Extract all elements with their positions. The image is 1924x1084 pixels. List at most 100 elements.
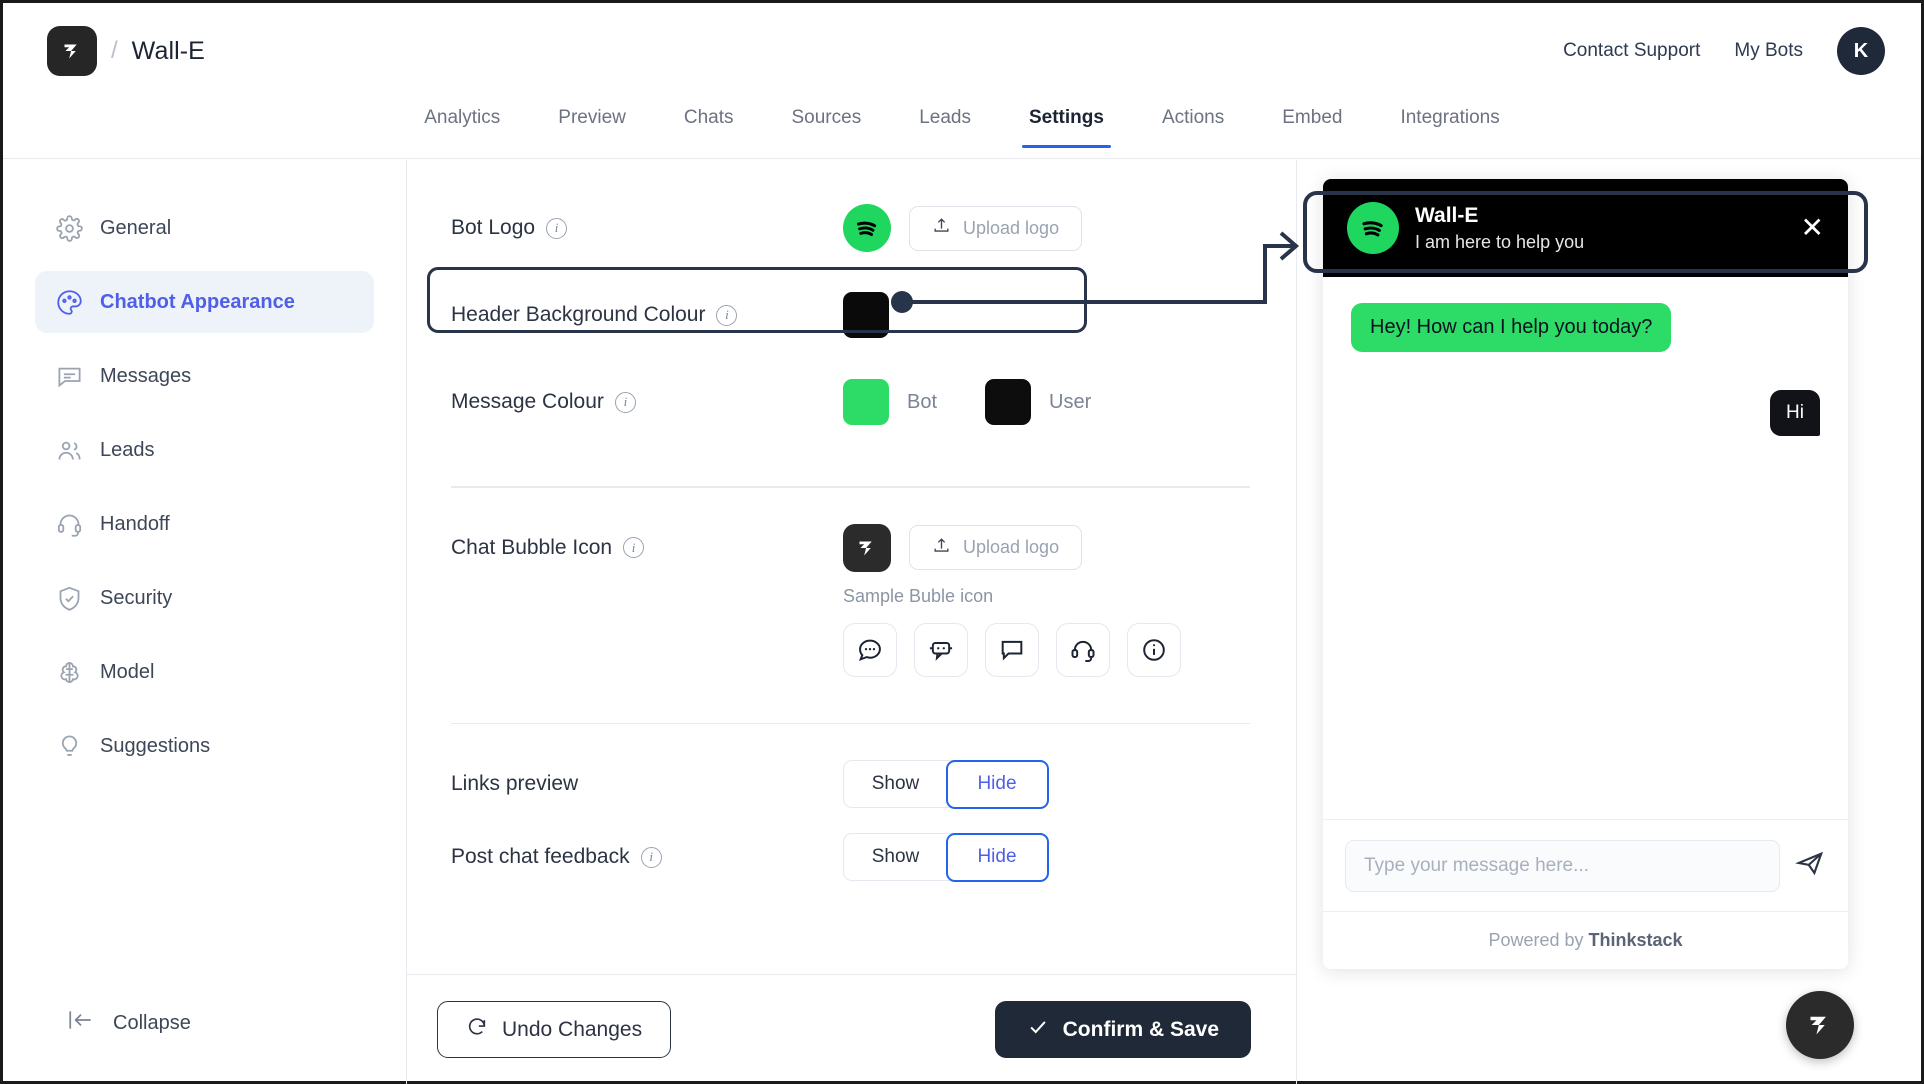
- bot-logo-controls: Upload logo: [843, 204, 1083, 252]
- tab-embed[interactable]: Embed: [1253, 99, 1371, 146]
- chat-bot-subtitle: I am here to help you: [1415, 231, 1585, 252]
- header-background-colour-label: Header Background Colour: [451, 303, 706, 326]
- breadcrumb: / Wall-E: [47, 26, 205, 76]
- sidebar-item-general[interactable]: General: [35, 197, 374, 259]
- user-message-colour-swatch[interactable]: [985, 379, 1032, 425]
- speech-bubble-icon[interactable]: [985, 622, 1039, 677]
- tab-integrations[interactable]: Integrations: [1371, 99, 1528, 146]
- chat-message-user-row: Hi: [1351, 390, 1820, 436]
- sidebar-item-chatbot-appearance[interactable]: Chatbot Appearance: [35, 271, 374, 333]
- top-bar-actions: Contact Support My Bots K: [1563, 27, 1885, 75]
- chat-bubble-icon-label: Chat Bubble Icon: [451, 535, 613, 559]
- chat-preview-panel: Wall-E I am here to help you ✕ Hey! How …: [1323, 179, 1848, 969]
- undo-changes-label: Undo Changes: [502, 1017, 643, 1041]
- links-preview-toggle: Show Hide: [843, 759, 1049, 809]
- post-chat-feedback-toggle: Show Hide: [843, 832, 1049, 882]
- header-bg-label-group: Header Background Colour i: [451, 303, 843, 327]
- links-preview-hide-option[interactable]: Hide: [945, 759, 1049, 809]
- post-chat-feedback-show-option[interactable]: Show: [844, 834, 947, 880]
- divider: [451, 722, 1250, 724]
- shield-check-icon: [55, 584, 83, 612]
- tab-preview[interactable]: Preview: [529, 99, 655, 146]
- row-bot-logo: Bot Logo i Upload logo: [451, 186, 1250, 270]
- message-icon: [55, 362, 83, 390]
- lightbulb-icon: [55, 732, 83, 760]
- row-chat-bubble-icon: Chat Bubble Icon i Upload logo Sample Bu…: [451, 494, 1250, 677]
- row-links-preview: Links preview Show Hide: [451, 730, 1250, 818]
- bot-swatch-label: Bot: [907, 390, 938, 413]
- sidebar-item-model[interactable]: Model: [35, 641, 374, 703]
- tab-actions[interactable]: Actions: [1133, 99, 1253, 146]
- app-window: / Wall-E Contact Support My Bots K Analy…: [0, 0, 1924, 1084]
- contact-support-link[interactable]: Contact Support: [1563, 40, 1700, 62]
- collapse-sidebar-button[interactable]: Collapse: [67, 1008, 191, 1038]
- sidebar-item-label: Security: [100, 586, 173, 609]
- post-chat-feedback-controls: Show Hide: [843, 832, 1049, 882]
- tab-settings[interactable]: Settings: [1000, 99, 1133, 148]
- chat-header-text: Wall-E I am here to help you: [1415, 204, 1584, 253]
- message-colour-controls: Bot User: [843, 379, 1091, 425]
- info-icon[interactable]: i: [546, 217, 568, 239]
- upload-bot-logo-button[interactable]: Upload logo: [909, 205, 1083, 251]
- tab-leads[interactable]: Leads: [890, 99, 1000, 146]
- undo-changes-button[interactable]: Undo Changes: [437, 1001, 672, 1058]
- chat-message-bot-row: Hey! How can I help you today?: [1351, 303, 1820, 352]
- thinkstack-logo-icon[interactable]: [843, 523, 891, 572]
- users-icon: [55, 436, 83, 464]
- sidebar-item-messages[interactable]: Messages: [35, 345, 374, 407]
- chat-input-area: Type your message here...: [1323, 819, 1848, 911]
- sidebar-item-label: General: [100, 216, 172, 239]
- links-preview-show-option[interactable]: Show: [844, 761, 947, 807]
- chat-message-bot: Hey! How can I help you today?: [1351, 303, 1672, 352]
- post-chat-feedback-label-group: Post chat feedback i: [451, 845, 843, 869]
- bot-face-icon[interactable]: [914, 622, 968, 677]
- message-colour-label-group: Message Colour i: [451, 390, 843, 414]
- my-bots-link[interactable]: My Bots: [1734, 40, 1803, 62]
- avatar[interactable]: K: [1837, 27, 1885, 75]
- thinkstack-logo-icon[interactable]: [47, 26, 97, 76]
- settings-sidebar: General Chatbot Appearance Messages Lead…: [3, 160, 407, 1084]
- chat-message-input[interactable]: Type your message here...: [1345, 839, 1780, 892]
- sidebar-item-label: Suggestions: [100, 734, 211, 757]
- bot-message-colour-swatch[interactable]: [843, 379, 889, 425]
- headset-icon[interactable]: [1056, 622, 1110, 677]
- gear-icon: [55, 214, 83, 242]
- breadcrumb-separator: /: [111, 37, 118, 64]
- sample-bubble-icon-label: Sample Buble icon: [843, 585, 994, 606]
- confirm-save-button[interactable]: Confirm & Save: [994, 1001, 1251, 1058]
- close-icon[interactable]: ✕: [1801, 214, 1824, 242]
- sidebar-item-suggestions[interactable]: Suggestions: [35, 715, 374, 777]
- sidebar-item-security[interactable]: Security: [35, 567, 374, 629]
- spotify-logo-icon[interactable]: [843, 204, 891, 252]
- sample-bubble-icon-list: [843, 622, 1181, 677]
- main-nav-tabs: Analytics Preview Chats Sources Leads Se…: [3, 99, 1921, 159]
- sidebar-item-leads[interactable]: Leads: [35, 419, 374, 481]
- info-icon[interactable]: i: [623, 537, 645, 558]
- info-circle-icon[interactable]: [1127, 622, 1181, 677]
- chat-preview-footer: Powered by Thinkstack: [1323, 911, 1848, 969]
- upload-bubble-icon-button[interactable]: Upload logo: [909, 525, 1083, 570]
- send-icon[interactable]: [1794, 848, 1826, 883]
- user-swatch-label: User: [1049, 390, 1092, 413]
- tab-chats[interactable]: Chats: [655, 99, 763, 146]
- settings-form: Bot Logo i Upload logo Header Background…: [407, 160, 1296, 896]
- sidebar-item-handoff[interactable]: Handoff: [35, 493, 374, 555]
- chat-preview-header: Wall-E I am here to help you ✕: [1323, 179, 1848, 277]
- chat-bubble-fab[interactable]: [1786, 991, 1854, 1059]
- sidebar-item-label: Chatbot Appearance: [100, 290, 295, 313]
- chat-dots-icon[interactable]: [843, 622, 897, 677]
- sidebar-item-label: Leads: [100, 438, 155, 461]
- info-icon[interactable]: i: [716, 304, 738, 326]
- info-icon[interactable]: i: [614, 391, 636, 413]
- post-chat-feedback-hide-option[interactable]: Hide: [945, 832, 1049, 882]
- info-icon[interactable]: i: [640, 846, 662, 868]
- upload-icon: [932, 536, 951, 560]
- chat-message-list: Hey! How can I help you today? Hi: [1323, 277, 1848, 819]
- header-background-colour-swatch[interactable]: [843, 292, 889, 338]
- chat-bubble-current-row: Upload logo: [843, 523, 1181, 572]
- tab-sources[interactable]: Sources: [763, 99, 891, 146]
- tab-analytics[interactable]: Analytics: [395, 99, 529, 146]
- brain-icon: [55, 658, 83, 686]
- check-icon: [1027, 1016, 1049, 1044]
- upload-icon: [932, 216, 951, 240]
